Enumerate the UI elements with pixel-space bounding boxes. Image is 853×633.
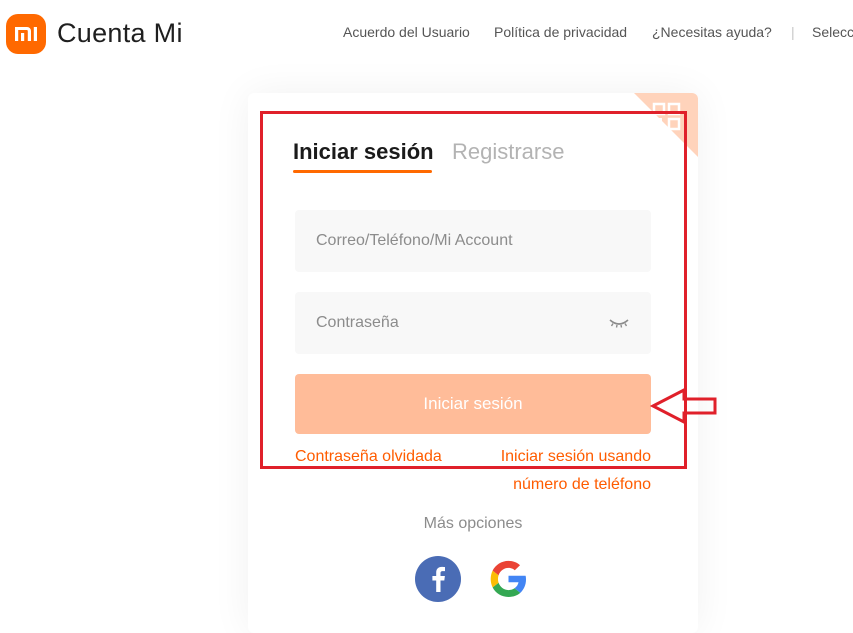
google-icon <box>490 560 526 597</box>
highlight-box <box>260 111 687 469</box>
facebook-login-button[interactable] <box>415 556 461 602</box>
nav-user-agreement[interactable]: Acuerdo del Usuario <box>343 24 470 40</box>
xiaomi-logo[interactable] <box>6 14 46 54</box>
more-options-label: Más opciones <box>423 515 523 532</box>
nav-separator: | <box>791 24 795 40</box>
nav-privacy-policy[interactable]: Política de privacidad <box>494 24 627 40</box>
top-header: Cuenta Mi Acuerdo del Usuario Política d… <box>0 0 853 68</box>
pointer-arrow-icon <box>650 387 717 425</box>
google-login-button[interactable] <box>485 556 531 602</box>
nav-language-select[interactable]: Selecc <box>812 24 853 40</box>
nav-help[interactable]: ¿Necesitas ayuda? <box>652 24 772 40</box>
mi-logo-icon <box>14 27 37 41</box>
facebook-icon <box>432 566 445 592</box>
brand-title: Cuenta Mi <box>57 18 183 48</box>
